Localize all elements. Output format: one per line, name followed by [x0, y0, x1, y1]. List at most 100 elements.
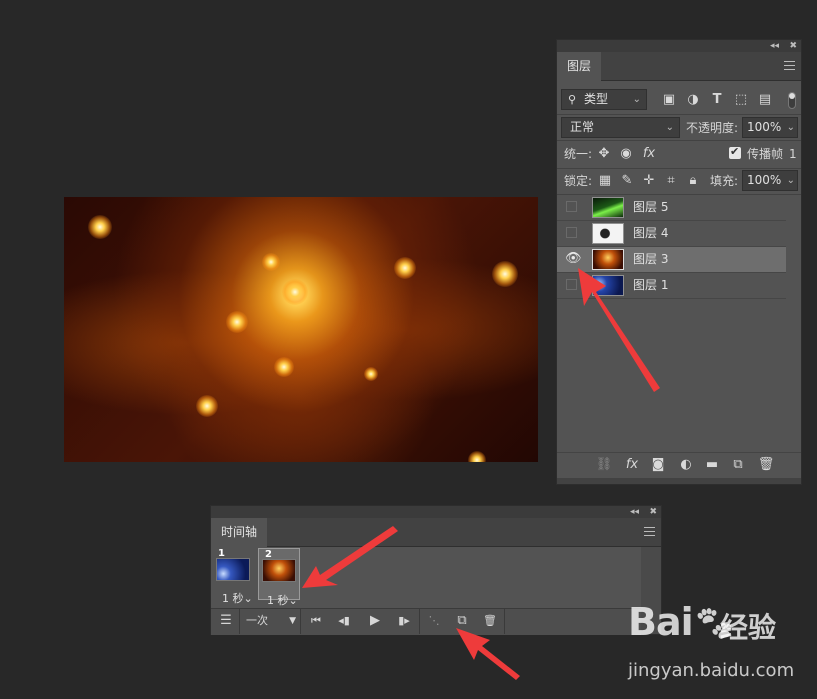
- eye-icon[interactable]: 👁︎: [565, 251, 582, 267]
- frame-1[interactable]: 1 1 秒⌄: [214, 548, 253, 606]
- layers-panel: ◂◂ ✖ 图层 ⚲ 类型 ⌄ ▣ ◑ T ⬚ ▤ 正常 ⌄ 不透明度: 100%…: [556, 39, 802, 485]
- mask-icon[interactable]: ◙: [649, 457, 667, 473]
- chevron-down-icon: ⌄: [288, 594, 298, 607]
- shape-filter-icon[interactable]: ⬚: [733, 92, 749, 108]
- blend-row: 正常 ⌄ 不透明度: 100% ⌄: [557, 114, 801, 141]
- unify-visibility-icon[interactable]: ◉: [617, 146, 635, 162]
- first-frame-icon[interactable]: ⏮︎: [306, 611, 326, 631]
- frame-thumbnail: [216, 558, 250, 581]
- unify-style-icon[interactable]: fx: [639, 146, 659, 162]
- propagate-label: 传播帧: [747, 147, 784, 161]
- fill-input[interactable]: 100% ⌄: [742, 170, 798, 191]
- propagate-value: 1: [789, 147, 797, 161]
- lock-paint-icon[interactable]: ✎: [619, 173, 635, 189]
- watermark-brand: Bai🐾︎: [628, 600, 736, 644]
- trash-icon[interactable]: 🗑︎: [757, 457, 775, 473]
- timeline-tabbar: 时间轴: [211, 518, 661, 547]
- chevron-down-icon: ⌄: [632, 94, 641, 105]
- layer-row-1[interactable]: 图层 1: [557, 273, 786, 299]
- canvas-flare: [468, 451, 486, 462]
- annotation-arrow: [456, 628, 520, 680]
- play-icon[interactable]: ▶: [365, 611, 385, 631]
- lock-position-icon[interactable]: ✛: [641, 173, 657, 189]
- tab-timeline[interactable]: 时间轴: [211, 518, 268, 547]
- layers-tabbar: 图层: [557, 52, 801, 81]
- layer-name[interactable]: 图层 3: [633, 251, 668, 267]
- document-canvas[interactable]: [64, 197, 538, 462]
- layer-thumbnail: [592, 197, 624, 218]
- layer-name[interactable]: 图层 4: [633, 225, 668, 241]
- fx-icon[interactable]: fx: [623, 457, 641, 473]
- visibility-toggle[interactable]: [566, 201, 577, 212]
- unify-row: 统一: ✥ ◉ fx ✔ 传播帧 1: [557, 140, 801, 169]
- lock-transparent-icon[interactable]: ▦: [597, 173, 613, 189]
- new-layer-icon[interactable]: ⧉: [729, 457, 747, 473]
- blend-mode-value: 正常: [570, 120, 595, 134]
- tween-icon[interactable]: ⋱: [424, 611, 444, 631]
- layer-thumbnail: [592, 249, 624, 270]
- canvas-flare: [226, 311, 248, 333]
- canvas-flare: [274, 357, 294, 377]
- loop-select[interactable]: 一次 ▼: [246, 611, 300, 631]
- folder-icon[interactable]: ▬: [703, 457, 721, 473]
- lock-artboard-icon[interactable]: ⌗: [663, 173, 679, 189]
- opacity-input[interactable]: 100% ⌄: [742, 117, 798, 138]
- layer-name[interactable]: 图层 5: [633, 199, 668, 215]
- fill-value: 100%: [747, 173, 782, 187]
- caret-down-icon: ▼: [289, 616, 296, 626]
- filter-row: ⚲ 类型 ⌄ ▣ ◑ T ⬚ ▤: [557, 86, 801, 115]
- layer-row-5[interactable]: 图层 5: [557, 195, 786, 221]
- visibility-toggle[interactable]: [566, 279, 577, 290]
- filter-toggle-knob: [789, 93, 795, 99]
- canvas-flare: [364, 367, 378, 381]
- layer-row-3[interactable]: 👁︎ 图层 3: [557, 247, 786, 273]
- tab-layers[interactable]: 图层: [557, 52, 602, 81]
- layer-thumbnail: [592, 223, 624, 244]
- canvas-flare: [262, 253, 280, 271]
- close-icon[interactable]: ✖: [649, 506, 657, 518]
- previous-frame-icon[interactable]: ◂▮: [334, 611, 354, 631]
- layer-row-4[interactable]: 图层 4: [557, 221, 786, 247]
- smartobject-filter-icon[interactable]: ▤: [757, 92, 773, 108]
- type-filter-icon[interactable]: T: [709, 92, 725, 108]
- collapse-icon[interactable]: ◂◂: [770, 40, 779, 52]
- frame-thumbnail: [262, 559, 296, 582]
- layer-name[interactable]: 图层 1: [633, 277, 668, 293]
- filter-toggle-icon[interactable]: [788, 92, 796, 109]
- blend-mode-select[interactable]: 正常 ⌄: [561, 117, 680, 138]
- canvas-flare: [88, 215, 112, 239]
- lock-row: 锁定: ▦ ✎ ✛ ⌗ 🔒︎ 填充: 100% ⌄: [557, 168, 801, 195]
- panel-menu-icon[interactable]: [644, 527, 655, 536]
- panel-titlebar[interactable]: ◂◂ ✖: [211, 506, 661, 518]
- link-icon[interactable]: ⛓︎: [595, 457, 613, 473]
- frame-2[interactable]: 2 1 秒⌄: [258, 548, 300, 607]
- chevron-down-icon: ⌄: [243, 592, 253, 605]
- canvas-flare: [282, 279, 308, 305]
- fill-label: 填充:: [710, 174, 739, 188]
- close-icon[interactable]: ✖: [789, 40, 797, 52]
- frame-delay[interactable]: 1 秒⌄: [267, 592, 311, 608]
- adjustment-layer-icon[interactable]: ◐: [677, 457, 695, 473]
- next-frame-icon[interactable]: ▮▸: [394, 611, 414, 631]
- pixel-filter-icon[interactable]: ▣: [661, 92, 677, 108]
- chevron-down-icon: ⌄: [786, 122, 795, 133]
- loop-value: 一次: [246, 614, 268, 627]
- watermark-url: jingyan.baidu.com: [628, 660, 795, 681]
- filter-kind-select[interactable]: ⚲ 类型 ⌄: [561, 89, 647, 110]
- visibility-toggle[interactable]: [566, 227, 577, 238]
- convert-timeline-icon[interactable]: ☰: [216, 611, 236, 631]
- unify-position-icon[interactable]: ✥: [595, 146, 613, 162]
- opacity-value: 100%: [747, 120, 782, 134]
- panel-titlebar[interactable]: ◂◂ ✖: [557, 40, 801, 52]
- duplicate-frame-icon[interactable]: ⧉: [452, 611, 472, 631]
- watermark-brand-suffix: 经验: [720, 611, 777, 644]
- lock-all-icon[interactable]: 🔒︎: [685, 173, 701, 189]
- panel-menu-icon[interactable]: [784, 61, 795, 70]
- propagate-checkbox[interactable]: ✔: [729, 145, 741, 159]
- adjustment-filter-icon[interactable]: ◑: [685, 92, 701, 108]
- canvas-flare: [196, 395, 218, 417]
- trash-icon[interactable]: 🗑︎: [480, 611, 500, 631]
- collapse-icon[interactable]: ◂◂: [630, 506, 639, 518]
- chevron-down-icon: ⌄: [665, 122, 674, 133]
- panel-resize-grip[interactable]: [557, 478, 801, 484]
